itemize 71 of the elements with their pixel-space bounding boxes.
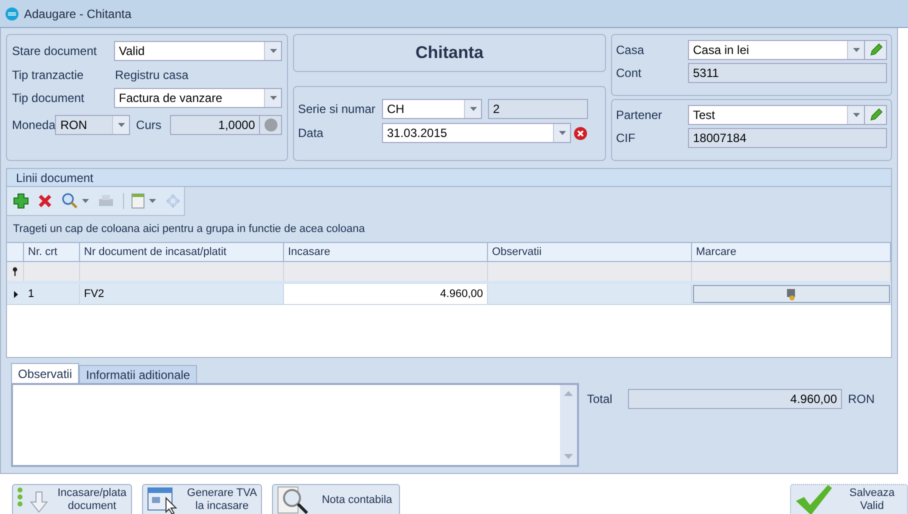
field-label: Tip tranzactie: [12, 66, 85, 84]
field-label: Data: [298, 125, 324, 142]
checkmark-icon: [794, 485, 834, 514]
dropdown-caret-icon: [558, 131, 566, 135]
field-label: Serie si numar: [298, 101, 376, 118]
tab[interactable]: Informatii aditionale: [79, 365, 198, 383]
partner-dropdown[interactable]: Test: [688, 105, 865, 125]
dropdown-caret-icon: [118, 123, 125, 127]
window-cursor-icon: [146, 486, 180, 514]
delete-icon[interactable]: [38, 194, 52, 208]
total-label: Total: [587, 391, 614, 408]
column-header[interactable]: Observatii: [488, 243, 692, 261]
number-field: 2: [488, 99, 588, 119]
date-picker[interactable]: 31.03.2015: [382, 123, 571, 143]
list-arrow-icon: [16, 486, 50, 514]
mark-button[interactable]: [693, 285, 890, 303]
field-label: Cont: [616, 65, 642, 82]
panel-title: Linii document: [16, 170, 94, 186]
window-title: Adaugare - Chitanta: [24, 6, 132, 22]
tax-id-field: 18007184: [688, 128, 887, 148]
pencil-icon: [868, 108, 882, 122]
tab[interactable]: Observatii: [11, 363, 80, 383]
field-label: Stare document: [12, 43, 98, 60]
cash-register-dropdown[interactable]: Casa in lei: [688, 40, 865, 60]
scroll-up-icon[interactable]: [564, 391, 573, 396]
action-button[interactable]: Nota contabila: [272, 484, 400, 514]
series-dropdown[interactable]: CH: [382, 99, 482, 119]
table-row[interactable]: 1 FV2 4.960,00: [7, 284, 891, 305]
field-label: Partener: [616, 107, 664, 124]
column-header[interactable]: Incasare: [284, 243, 488, 261]
account-field: 5311: [688, 63, 887, 83]
dropdown-caret-icon: [82, 199, 89, 203]
dropdown-caret-icon: [852, 113, 860, 117]
export-icon[interactable]: [130, 193, 156, 209]
total-field: 4.960,00: [628, 389, 842, 409]
app-icon: [5, 6, 19, 20]
transaction-type-text: Registru casa: [115, 66, 188, 84]
column-header[interactable]: Nr. crt: [24, 243, 80, 261]
table-cell: 1: [24, 284, 80, 304]
action-button[interactable]: Generare TVA la incasare: [142, 484, 262, 514]
pencil-icon: [868, 43, 882, 57]
field-label: CIF: [616, 130, 636, 147]
search-icon[interactable]: [61, 193, 89, 209]
dropdown-caret-icon: [270, 96, 276, 100]
status-dropdown[interactable]: Valid: [114, 41, 282, 61]
lock-coins-icon: [786, 288, 798, 300]
dropdown-caret-icon: [149, 199, 156, 203]
dropdown-caret-icon: [270, 49, 276, 53]
action-button[interactable]: Incasare/plata document: [12, 484, 132, 514]
field-label: Curs: [136, 117, 162, 134]
notes-field[interactable]: [11, 383, 579, 467]
column-header[interactable]: Nr document de incasat/platit: [80, 243, 284, 261]
scroll-down-icon[interactable]: [564, 454, 573, 459]
currency-text: RON: [848, 391, 875, 408]
row-pointer-icon: [14, 290, 18, 298]
document-type-dropdown[interactable]: Factura de vanzare: [114, 88, 282, 108]
field-label: Moneda: [12, 117, 56, 134]
dropdown-caret-icon: [852, 48, 860, 52]
filter-key-icon: [12, 267, 18, 276]
group-hint-text: Trageti un cap de coloana aici pentru a grupa in functie de acea coloana: [13, 222, 365, 237]
document-title: Chitanta: [416, 42, 484, 64]
save-button[interactable]: Salveaza Valid: [790, 484, 908, 514]
table-cell: 4.960,00: [284, 284, 488, 304]
add-icon[interactable]: [13, 193, 29, 209]
field-label: Casa: [616, 42, 646, 59]
clear-icon[interactable]: [574, 126, 587, 140]
coin-icon[interactable]: [264, 118, 278, 132]
exchange-rate-field: 1,0000: [170, 115, 260, 135]
dropdown-caret-icon: [470, 107, 476, 111]
field-label: Tip document: [12, 90, 86, 107]
column-header[interactable]: Marcare: [692, 243, 891, 261]
